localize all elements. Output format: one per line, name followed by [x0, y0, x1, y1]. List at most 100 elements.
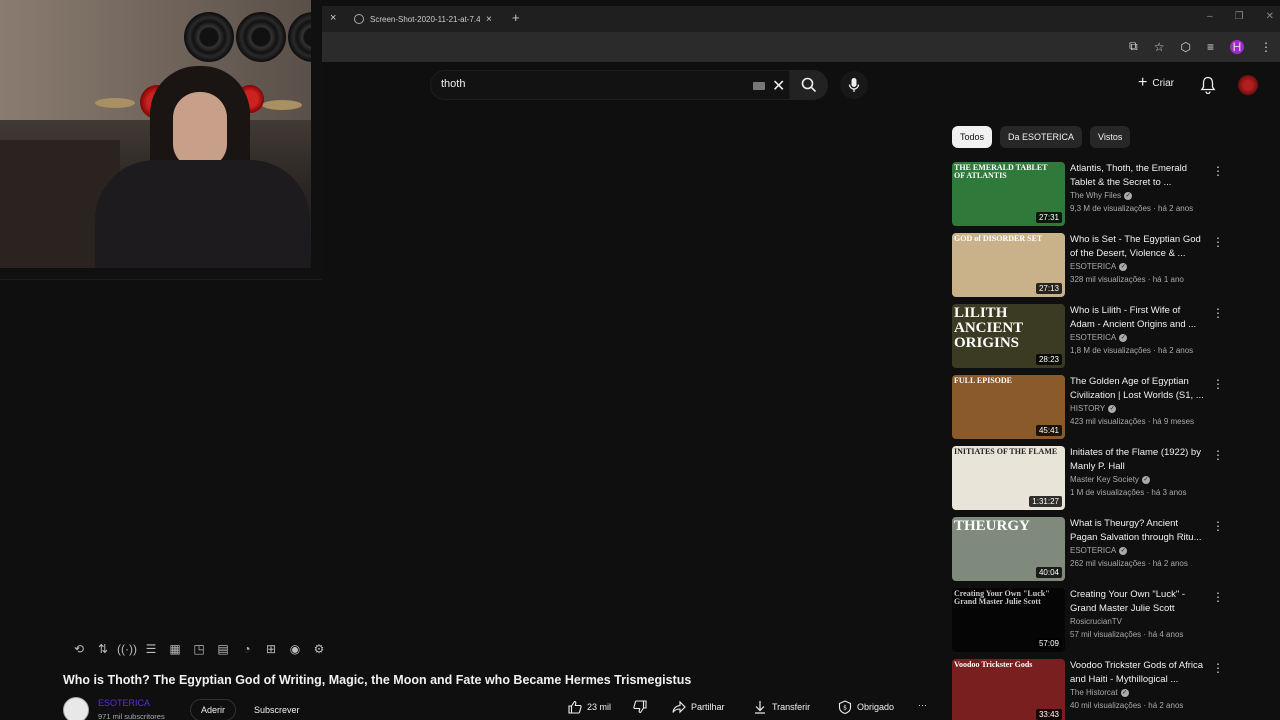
svg-text:$: $: [843, 705, 847, 712]
close-tab-icon[interactable]: ×: [486, 14, 492, 25]
recommendation-item[interactable]: FULL EPISODE 45:41 The Golden Age of Egypt…: [952, 375, 1227, 446]
recommendation-item[interactable]: INITIATES OF THE FLAME 1:31:27 Initiates o…: [952, 446, 1227, 517]
video-thumbnail[interactable]: THE EMERALD TABLET OF ATLANTIS 27:31: [952, 162, 1065, 226]
loop-icon[interactable]: ⟲: [70, 640, 88, 658]
more-actions-button[interactable]: ···: [918, 700, 927, 710]
verified-check-icon: ✓: [1124, 191, 1133, 200]
recommendation-stats: 57 mil visualizações · há 4 anos: [1070, 630, 1184, 639]
new-tab-button[interactable]: +: [512, 10, 520, 25]
more-options-icon[interactable]: ⋮: [1212, 235, 1224, 249]
thumbnail-caption: THE EMERALD TABLET OF ATLANTIS: [954, 163, 1048, 180]
share-button[interactable]: Partilhar: [672, 700, 725, 714]
recommendation-channel[interactable]: RosicrucianTV: [1070, 617, 1205, 626]
video-thumbnail[interactable]: Voodoo Trickster Gods 33:43: [952, 659, 1065, 720]
like-button[interactable]: 23 mil: [568, 700, 611, 714]
recommendation-title[interactable]: What is Theurgy? Ancient Pagan Salvation…: [1070, 517, 1205, 545]
browser-tab[interactable]: Screen-Shot-2020-11-21-at-7.4 ×: [346, 7, 506, 31]
recommendation-title[interactable]: Atlantis, Thoth, the Emerald Tablet & th…: [1070, 162, 1205, 190]
bookmark-star-icon[interactable]: ☆: [1154, 40, 1165, 54]
broadcast-icon[interactable]: ((·)): [117, 640, 137, 658]
recommendation-title[interactable]: Who is Set - The Egyptian God of the Des…: [1070, 233, 1205, 261]
search-button[interactable]: [790, 70, 828, 100]
more-options-icon[interactable]: ⋮: [1212, 590, 1224, 604]
install-icon[interactable]: ⧉: [1129, 39, 1138, 54]
speed-icon[interactable]: ◔: [238, 640, 256, 658]
search-box: ✕: [430, 70, 790, 100]
recommendation-title[interactable]: Initiates of the Flame (1922) by Manly P…: [1070, 446, 1205, 474]
chip-from-channel[interactable]: Da ESOTERICA: [1000, 126, 1083, 148]
settings-icon[interactable]: ⚙: [310, 640, 328, 658]
dislike-button[interactable]: [633, 700, 647, 714]
subscribe-button[interactable]: Subscrever: [244, 699, 310, 720]
recommendation-item[interactable]: THE EMERALD TABLET OF ATLANTIS 27:31 Atlan…: [952, 162, 1227, 233]
video-thumbnail[interactable]: THEURGY 40:04: [952, 517, 1065, 581]
recommendation-stats: 423 mil visualizações · há 9 meses: [1070, 417, 1195, 426]
sort-icon[interactable]: ⇅: [94, 640, 112, 658]
playlist-icon[interactable]: ☰: [142, 640, 160, 658]
filter-chips: Todos Da ESOTERICA Vistos: [952, 126, 1131, 148]
more-options-icon[interactable]: ⋮: [1212, 448, 1224, 462]
recommendation-channel[interactable]: ESOTERICA ✓: [1070, 333, 1205, 342]
video-thumbnail[interactable]: LILITH ANCIENT ORIGINS 28:23: [952, 304, 1065, 368]
screenshot-icon[interactable]: ◉: [286, 640, 304, 658]
recommendation-item[interactable]: LILITH ANCIENT ORIGINS 28:23 Who is Lilith…: [952, 304, 1227, 375]
pip-icon[interactable]: ◳: [190, 640, 208, 658]
account-avatar[interactable]: [1238, 75, 1258, 95]
video-thumbnail[interactable]: Creating Your Own "Luck" Grand Master Ju…: [952, 588, 1065, 652]
channel-avatar[interactable]: [63, 697, 89, 720]
video-thumbnail[interactable]: FULL EPISODE 45:41: [952, 375, 1065, 439]
verified-check-icon: ✓: [1108, 404, 1117, 413]
recommendation-channel[interactable]: Master Key Society ✓: [1070, 475, 1205, 484]
clear-search-icon[interactable]: ✕: [772, 76, 785, 96]
thanks-button[interactable]: $ Obrigado: [838, 700, 894, 714]
notifications-bell-icon[interactable]: [1200, 76, 1216, 99]
recommendation-channel[interactable]: ESOTERICA ✓: [1070, 262, 1205, 271]
extensions-icon[interactable]: ⬡: [1181, 40, 1191, 54]
download-button[interactable]: Transferir: [753, 700, 810, 714]
clapper-icon[interactable]: ▦: [166, 640, 184, 658]
recommendation-item[interactable]: Voodoo Trickster Gods 33:43 Voodoo Trickst…: [952, 659, 1227, 720]
channel-name-label: The Historcat: [1070, 688, 1118, 697]
close-icon[interactable]: ×: [330, 12, 336, 24]
subtitle-icon[interactable]: ▤: [214, 640, 232, 658]
recommendation-meta: Voodoo Trickster Gods of Africa and Hait…: [1070, 659, 1205, 710]
tab-title: Screen-Shot-2020-11-21-at-7.4: [370, 14, 480, 24]
media-control-icon[interactable]: ≡: [1207, 40, 1214, 54]
more-options-icon[interactable]: ⋮: [1212, 164, 1224, 178]
recommendation-meta: Who is Set - The Egyptian God of the Des…: [1070, 233, 1205, 284]
profile-avatar[interactable]: H: [1230, 39, 1244, 54]
recommendation-title[interactable]: The Golden Age of Egyptian Civilization …: [1070, 375, 1205, 403]
keyboard-icon[interactable]: [753, 82, 765, 90]
browser-menu-icon[interactable]: ⋮: [1260, 40, 1272, 54]
recommendation-title[interactable]: Who is Lilith - First Wife of Adam - Anc…: [1070, 304, 1205, 332]
join-button[interactable]: Aderir: [190, 699, 237, 720]
video-thumbnail[interactable]: INITIATES OF THE FLAME 1:31:27: [952, 446, 1065, 510]
voice-search-button[interactable]: [840, 71, 868, 99]
recommendation-channel[interactable]: ESOTERICA ✓: [1070, 546, 1205, 555]
more-options-icon[interactable]: ⋮: [1212, 377, 1224, 391]
video-thumbnail[interactable]: GOD of DISORDER SET 27:13: [952, 233, 1065, 297]
search-input[interactable]: [441, 78, 721, 90]
video-duration: 1:31:27: [1029, 496, 1062, 507]
chip-watched[interactable]: Vistos: [1090, 126, 1131, 148]
recommendation-channel[interactable]: The Historcat ✓: [1070, 688, 1205, 697]
recommendation-item[interactable]: GOD of DISORDER SET 27:13 Who is Set - The…: [952, 233, 1227, 304]
chip-all[interactable]: Todos: [952, 126, 993, 148]
channel-name[interactable]: ESOTERICA: [98, 698, 150, 708]
clip-icon[interactable]: ⊞: [262, 640, 280, 658]
recommendation-title[interactable]: Creating Your Own "Luck" - Grand Master …: [1070, 588, 1205, 616]
recommendation-channel[interactable]: The Why Files ✓: [1070, 191, 1205, 200]
close-window-icon[interactable]: ✕: [1266, 11, 1274, 22]
recommendation-item[interactable]: Creating Your Own "Luck" Grand Master Ju…: [952, 588, 1227, 659]
recommendation-title[interactable]: Voodoo Trickster Gods of Africa and Hait…: [1070, 659, 1205, 687]
more-options-icon[interactable]: ⋮: [1212, 661, 1224, 675]
share-icon: [672, 700, 686, 714]
recommendation-stats: 328 mil visualizações · há 1 ano: [1070, 275, 1184, 284]
recommendation-item[interactable]: THEURGY 40:04 What is Theurgy? Ancient Pag…: [952, 517, 1227, 588]
more-options-icon[interactable]: ⋮: [1212, 519, 1224, 533]
restore-icon[interactable]: ❐: [1235, 11, 1244, 22]
create-button[interactable]: + Criar: [1138, 75, 1174, 91]
more-options-icon[interactable]: ⋮: [1212, 306, 1224, 320]
recommendation-channel[interactable]: HISTORY ✓: [1070, 404, 1205, 413]
minimize-icon[interactable]: –: [1207, 11, 1213, 22]
